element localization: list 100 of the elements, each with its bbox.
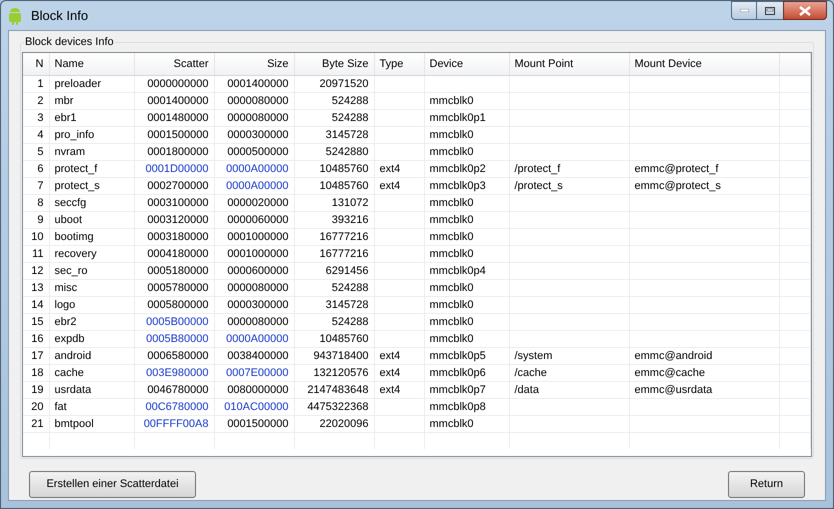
column-header[interactable]: Type <box>374 53 424 75</box>
table-cell: 003E980000 <box>146 366 208 378</box>
table-cell: logo <box>54 298 76 310</box>
table-cell: 16777216 <box>320 248 368 260</box>
column-header[interactable]: Device <box>424 53 509 75</box>
table-cell: 524288 <box>332 94 368 106</box>
table-cell: mmcblk0p7 <box>430 384 486 396</box>
table-cell: 0005780000 <box>147 282 208 294</box>
column-header[interactable]: Mount Point <box>509 53 629 75</box>
table-cell: 0003120000 <box>147 214 208 226</box>
table-cell: 0000500000 <box>227 146 288 158</box>
table-cell: 3145728 <box>326 298 368 310</box>
table-cell: mmcblk0 <box>430 298 474 310</box>
table-cell: 21 <box>31 418 44 430</box>
table-cell: mmcblk0p2 <box>430 162 486 174</box>
table-cell: emmc@protect_s <box>634 180 721 192</box>
table-cell: 524288 <box>332 316 368 328</box>
table-cell: 3145728 <box>326 128 368 140</box>
table-cell: mmcblk0 <box>430 94 474 106</box>
table-cell: 943718400 <box>313 350 368 362</box>
table-cell: emmc@protect_f <box>634 162 718 174</box>
android-icon <box>7 6 23 24</box>
table-cell: 0001D00000 <box>145 162 208 174</box>
table-cell: 0001000000 <box>227 230 288 242</box>
column-header[interactable]: Name <box>49 53 134 75</box>
column-header[interactable]: Size <box>214 53 294 75</box>
table-cell: cache <box>54 366 84 378</box>
table-cell: 010AC00000 <box>224 400 288 412</box>
table-cell: mmcblk0 <box>430 248 474 260</box>
action-button[interactable]: Erstellen einer Scatterdatei <box>29 471 196 498</box>
table-cell: preloader <box>54 78 101 90</box>
table-cell: 00C6780000 <box>145 400 208 412</box>
column-header[interactable]: Scatter <box>134 53 214 75</box>
table-cell: 0006580000 <box>147 350 208 362</box>
maximize-button[interactable] <box>757 1 783 20</box>
table-cell: 4475322368 <box>307 400 368 412</box>
close-button[interactable] <box>783 1 827 20</box>
table-cell: seccfg <box>54 196 86 208</box>
column-header[interactable]: Byte Size <box>294 53 374 75</box>
table-cell: 0080000000 <box>227 384 288 396</box>
table-cell: emmc@cache <box>634 366 705 378</box>
table-cell: 16777216 <box>320 230 368 242</box>
table-cell: 0000080000 <box>227 316 288 328</box>
table-cell: bootimg <box>54 230 94 242</box>
table-cell: mmcblk0p8 <box>430 400 486 412</box>
table-cell: 0002700000 <box>147 180 208 192</box>
table-cell: 5242880 <box>326 146 368 158</box>
table-cell: 20971520 <box>320 78 368 90</box>
table-cell: 15 <box>31 316 44 328</box>
minimize-icon <box>740 9 748 12</box>
window-title: Block Info <box>31 6 88 25</box>
table-cell: mmcblk0p1 <box>430 112 486 124</box>
table-cell: 0005800000 <box>147 298 208 310</box>
table-cell: mmcblk0p3 <box>430 180 486 192</box>
table-cell: 0001400000 <box>227 78 288 90</box>
table-cell: mmcblk0 <box>430 196 474 208</box>
table-cell: mbr <box>54 94 74 106</box>
table-cell: 0001480000 <box>147 112 208 124</box>
table-cell: 00FFFF00A8 <box>144 418 208 430</box>
table-cell: 0038400000 <box>227 350 288 362</box>
table-cell: mmcblk0p6 <box>430 366 486 378</box>
table-cell: 0001000000 <box>227 248 288 260</box>
table-cell: 2 <box>37 94 44 106</box>
minimize-button[interactable] <box>731 1 757 20</box>
table-cell: sec_ro <box>54 264 88 276</box>
table-cell: 0007E00000 <box>226 366 288 378</box>
table-cell: 132120576 <box>313 366 368 378</box>
table-cell: bmtpool <box>54 418 94 430</box>
table-cell: 0000080000 <box>227 112 288 124</box>
table-cell: mmcblk0 <box>430 128 474 140</box>
table-cell: 22020096 <box>320 418 368 430</box>
table-cell: 13 <box>31 282 44 294</box>
table-cell: mmcblk0 <box>430 230 474 242</box>
table-cell: 12 <box>31 264 44 276</box>
table-cell: fat <box>54 400 67 412</box>
table-cell: mmcblk0p4 <box>430 264 486 276</box>
table-cell: 10485760 <box>320 162 368 174</box>
table-cell: 3 <box>37 112 44 124</box>
table-cell: 0046780000 <box>147 384 208 396</box>
table-cell: 0001500000 <box>147 128 208 140</box>
table-cell: ext4 <box>380 180 400 192</box>
table-cell: 0001500000 <box>227 418 288 430</box>
table-cell: expdb <box>54 332 84 344</box>
table-cell: 10485760 <box>320 332 368 344</box>
table-cell: 19 <box>31 384 44 396</box>
table-cell: 0001800000 <box>147 146 208 158</box>
table-cell: protect_s <box>54 180 100 192</box>
action-button[interactable]: Return <box>728 471 805 498</box>
table-cell: android <box>54 350 92 362</box>
table-cell: 1 <box>37 78 44 90</box>
table-cell: nvram <box>54 146 86 158</box>
table-cell: ext4 <box>380 350 400 362</box>
table-cell: 0005B00000 <box>146 316 208 328</box>
column-header[interactable]: Mount Device <box>629 53 779 75</box>
table-cell: /system <box>514 350 552 362</box>
table-cell: 0004180000 <box>147 248 208 260</box>
table-cell: 0000600000 <box>227 264 288 276</box>
column-header[interactable]: N <box>23 53 49 75</box>
table-cell: 18 <box>31 366 44 378</box>
table-cell: 393216 <box>332 214 368 226</box>
